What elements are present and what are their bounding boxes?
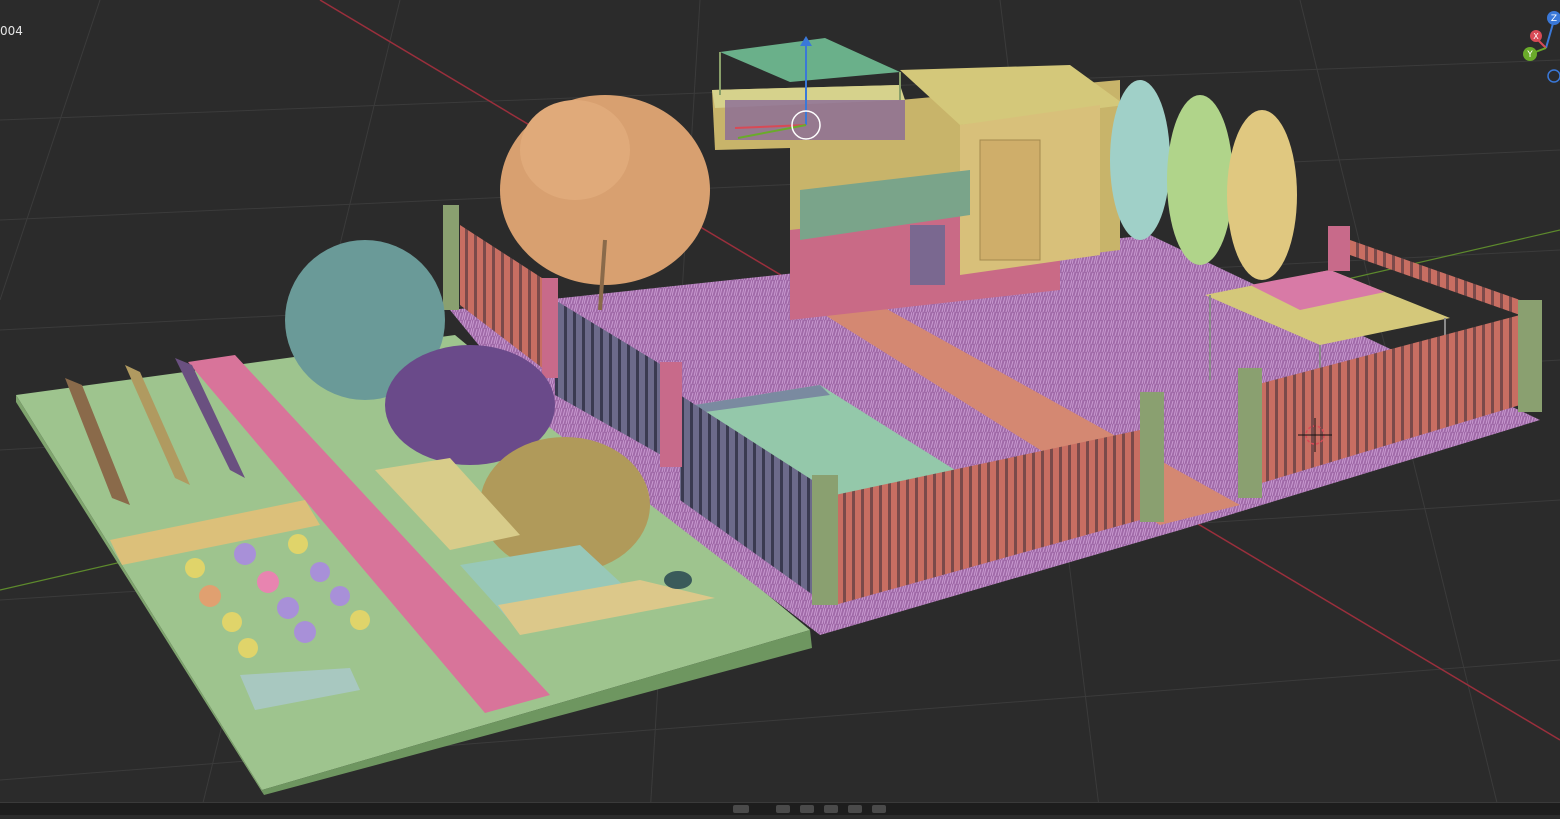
timeline-button[interactable]	[733, 805, 749, 813]
3d-viewport[interactable]: 004 Z X Y	[0, 0, 1560, 816]
negative-z-axis-icon[interactable]	[1547, 69, 1560, 83]
next-keyframe-button[interactable]	[848, 805, 862, 813]
jump-start-button[interactable]	[776, 805, 790, 813]
viewport-canvas[interactable]	[0, 0, 1560, 816]
bucket[interactable]	[664, 571, 692, 589]
jump-end-button[interactable]	[872, 805, 886, 813]
timeline-strip[interactable]	[0, 802, 1560, 815]
prev-keyframe-button[interactable]	[800, 805, 814, 813]
frame-label: 004	[0, 24, 23, 38]
navigation-gizmo[interactable]: Z X Y	[1520, 8, 1560, 88]
z-axis-label: Z	[1551, 14, 1557, 24]
x-axis-label: X	[1533, 32, 1539, 41]
y-axis-label: Y	[1526, 50, 1533, 60]
play-button[interactable]	[824, 805, 838, 813]
